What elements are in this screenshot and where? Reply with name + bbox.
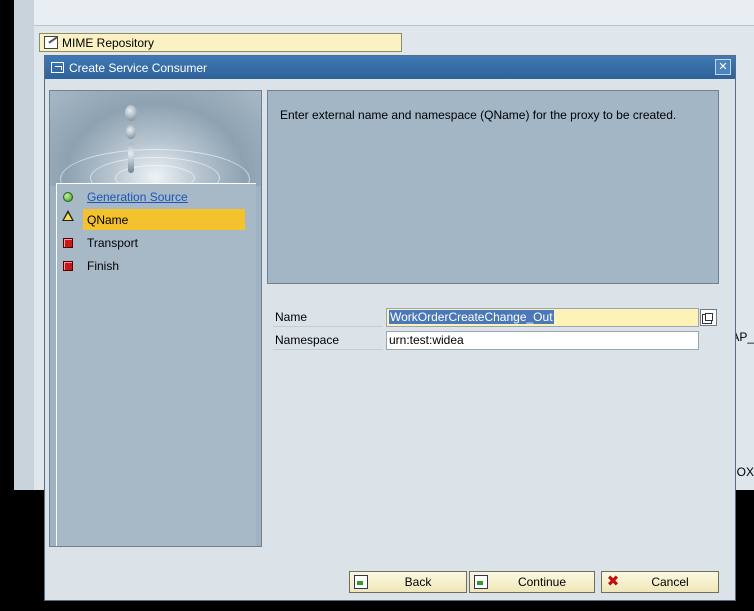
dialog-title-bar[interactable]: Create Service Consumer ✕ — [45, 56, 735, 79]
continue-arrow-icon — [474, 575, 488, 589]
value-help-button[interactable] — [700, 309, 717, 326]
cancel-x-icon: ✖ — [606, 573, 620, 590]
namespace-input[interactable]: urn:test:widea — [386, 331, 699, 350]
warning-triangle-icon — [62, 210, 74, 221]
background-toolbar-strip — [14, 0, 34, 490]
namespace-label: Namespace — [273, 331, 383, 350]
step-finish[interactable]: Finish — [57, 255, 247, 276]
dialog-window-icon — [51, 62, 64, 73]
green-dot-icon — [63, 191, 73, 202]
name-row: Name WorkOrderCreateChange_Out — [273, 308, 717, 327]
namespace-row: Namespace urn:test:widea — [273, 331, 700, 350]
name-input[interactable]: WorkOrderCreateChange_Out — [386, 308, 699, 327]
step-label: QName — [87, 212, 129, 227]
continue-button[interactable]: Continue — [469, 571, 595, 593]
back-arrow-icon — [354, 575, 368, 589]
name-value: WorkOrderCreateChange_Out — [389, 310, 554, 324]
cancel-button[interactable]: ✖ Cancel — [601, 571, 719, 593]
dialog-title: Create Service Consumer — [69, 60, 208, 75]
step-generation-source[interactable]: Generation Source — [57, 186, 247, 207]
step-label[interactable]: Generation Source — [87, 190, 188, 204]
step-label: Finish — [87, 258, 120, 273]
wizard-step-list: Generation Source QName Transport Finish — [56, 183, 256, 546]
instruction-text: Enter external name and namespace (QName… — [267, 90, 719, 284]
step-qname[interactable]: QName — [83, 209, 245, 230]
continue-label: Continue — [517, 575, 567, 589]
mime-repository-label: MIME Repository — [62, 35, 155, 50]
red-square-icon — [63, 237, 73, 248]
name-label: Name — [273, 308, 383, 327]
step-transport[interactable]: Transport — [57, 232, 247, 253]
wizard-steps-panel: Generation Source QName Transport Finish — [49, 90, 262, 547]
close-button[interactable]: ✕ — [715, 59, 731, 75]
mime-repository-item[interactable]: MIME Repository — [39, 33, 402, 52]
background-top-bar — [34, 0, 754, 26]
back-button[interactable]: Back — [349, 571, 467, 593]
create-service-consumer-dialog: Create Service Consumer ✕ Generation Sou… — [44, 55, 736, 601]
water-drop-image — [50, 91, 261, 186]
step-label: Transport — [87, 235, 138, 250]
background-text-fragment: OX — [736, 465, 754, 479]
red-square-icon — [63, 260, 73, 271]
edit-icon — [44, 36, 58, 49]
